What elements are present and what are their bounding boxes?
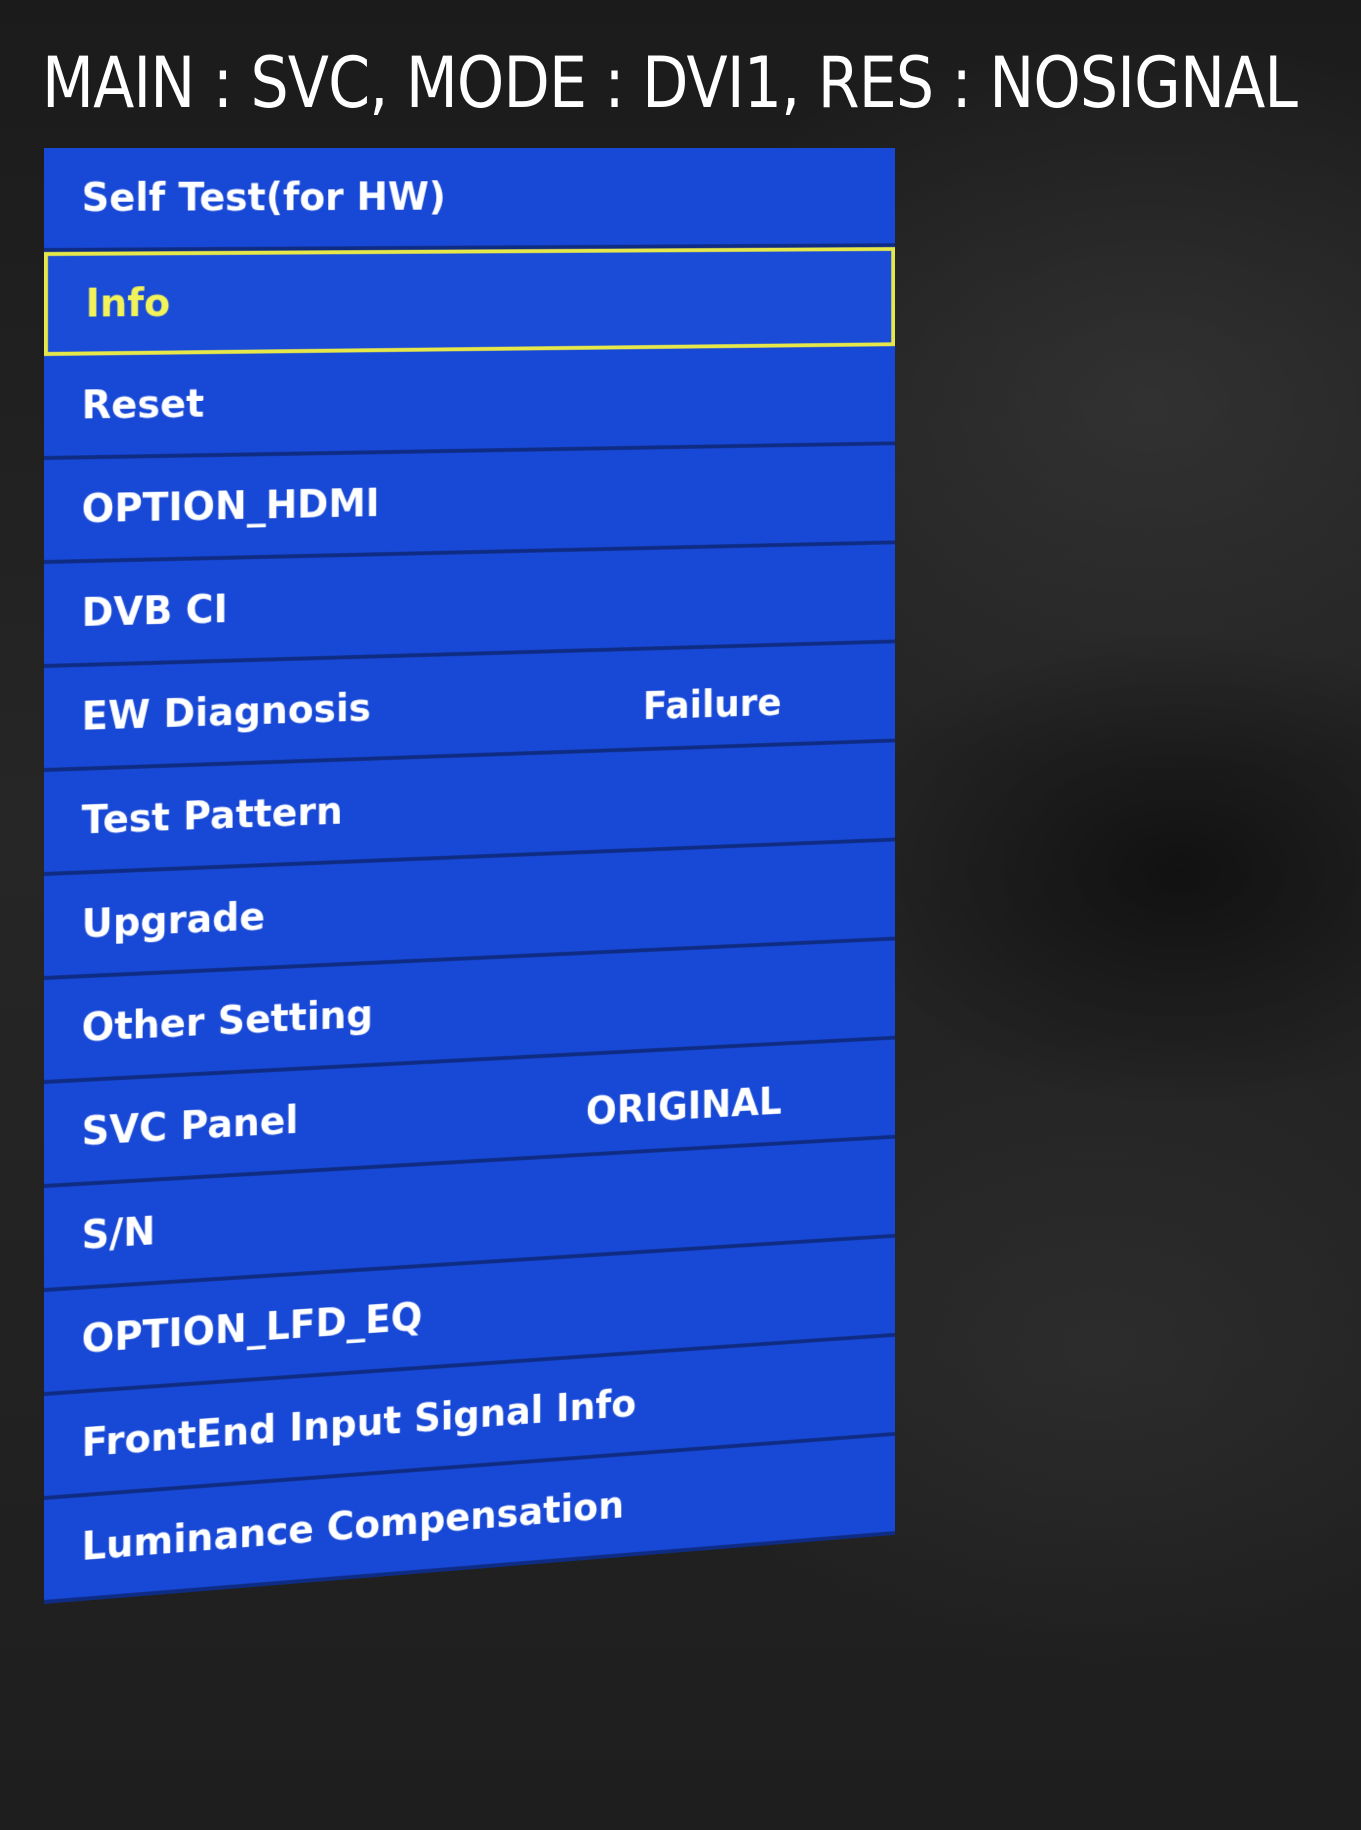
menu-item-option-hdmi[interactable]: OPTION_HDMI [44, 445, 895, 564]
menu-item-self-test[interactable]: Self Test(for HW) [44, 148, 895, 252]
menu-item-label: OPTION_LFD_EQ [81, 1294, 423, 1362]
menu-item-info[interactable]: Info [44, 247, 895, 356]
menu-item-label: Other Setting [81, 991, 374, 1051]
menu-item-label: SVC Panel [81, 1097, 299, 1155]
menu-item-label: OPTION_HDMI [81, 481, 380, 532]
menu-item-label: Reset [81, 381, 205, 428]
menu-item-label: Upgrade [81, 894, 265, 947]
menu-item-value: Failure [642, 680, 782, 729]
menu-item-label: Self Test(for HW) [81, 174, 446, 221]
menu-item-label: EW Diagnosis [81, 685, 371, 740]
service-menu: Self Test(for HW) Info Reset OPTION_HDMI… [44, 148, 895, 1604]
menu-item-label: S/N [81, 1208, 156, 1259]
menu-item-label: DVB CI [81, 586, 228, 636]
menu-item-label: Test Pattern [81, 788, 343, 844]
menu-item-value: ORIGINAL [585, 1079, 782, 1134]
menu-item-label: Info [85, 280, 171, 327]
service-menu-status-title: MAIN : SVC, MODE : DVI1, RES : NOSIGNAL [42, 42, 1298, 124]
menu-item-reset[interactable]: Reset [44, 346, 895, 460]
menu-item-label: Luminance Compensation [81, 1482, 625, 1570]
menu-item-label: FrontEnd Input Signal Info [81, 1381, 637, 1466]
